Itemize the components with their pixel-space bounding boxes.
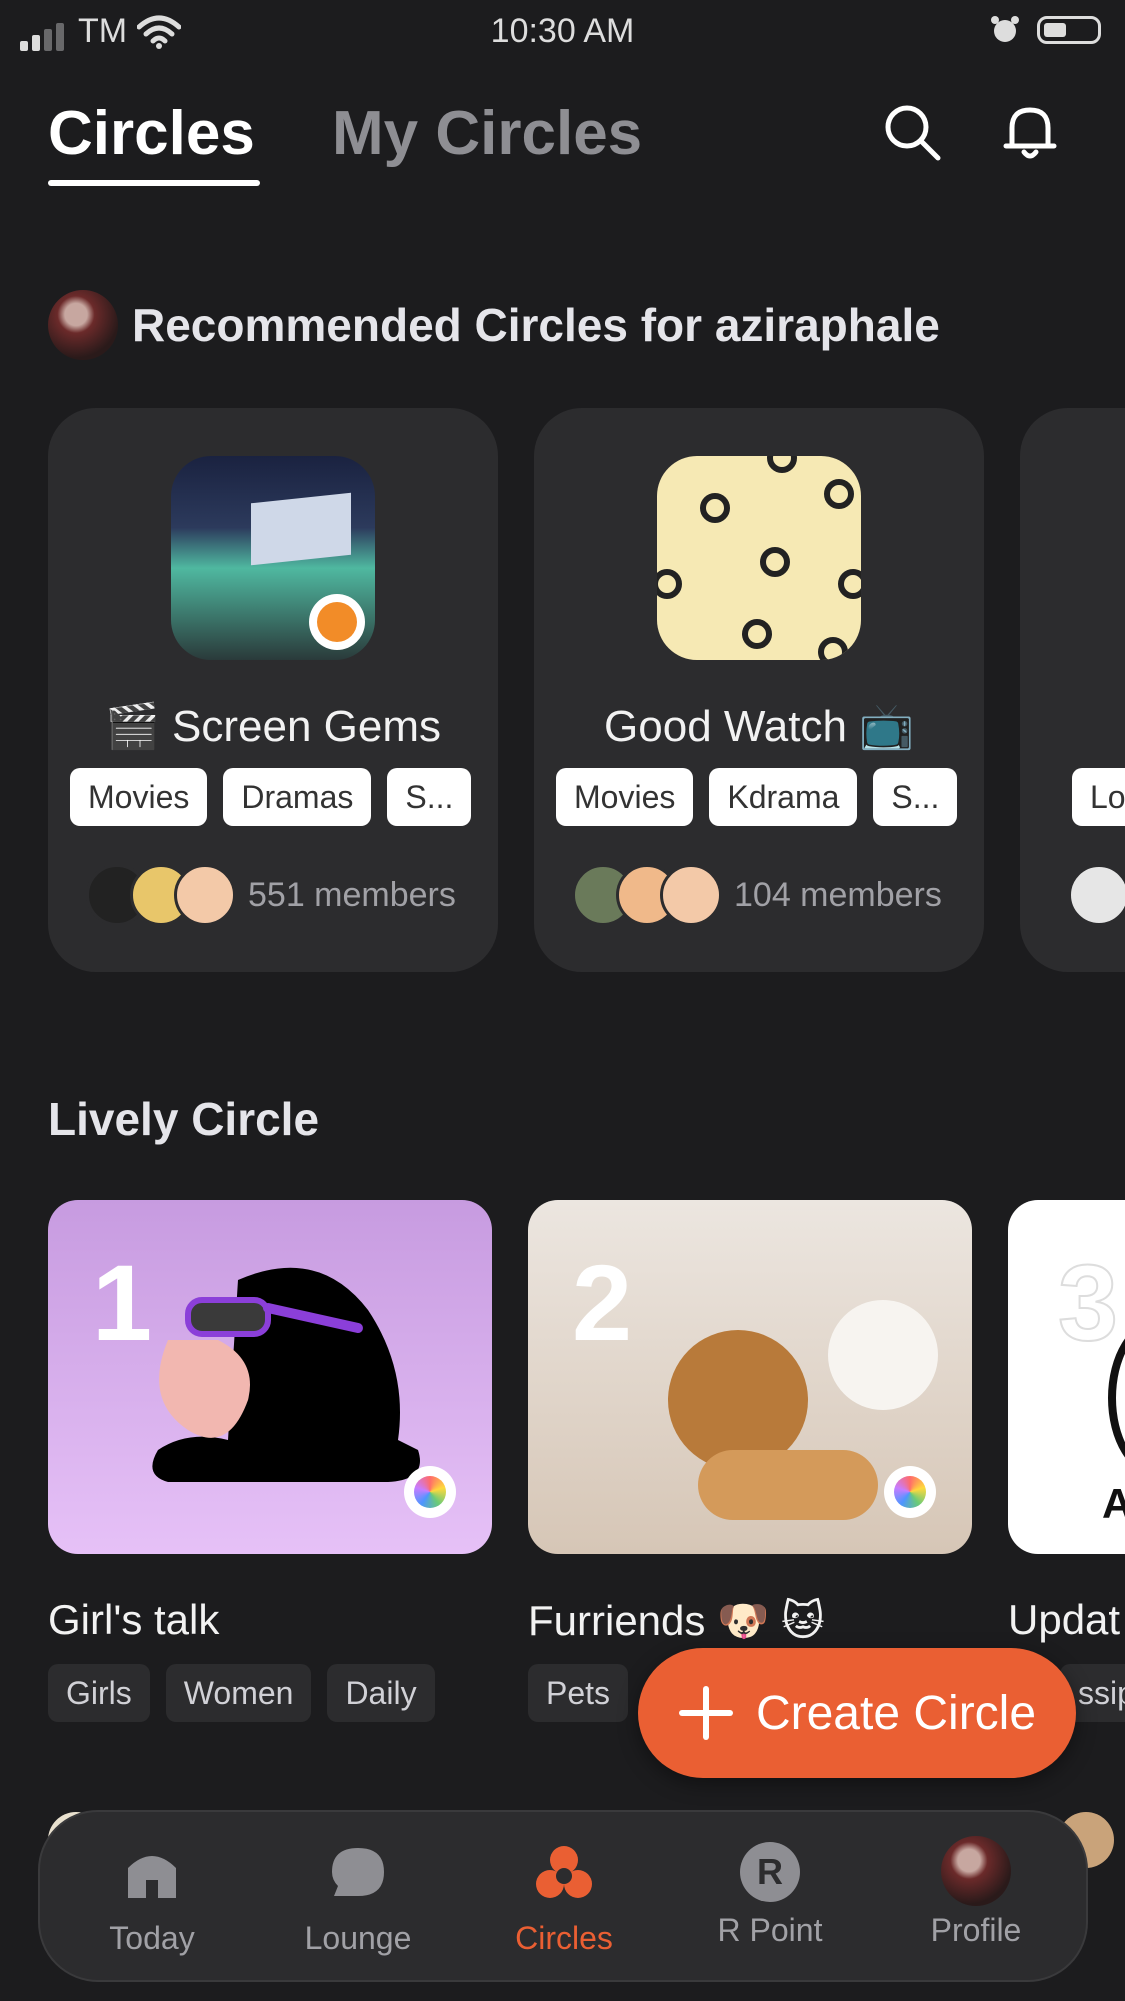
- circle-thumbnail: [171, 456, 375, 660]
- profile-avatar: [941, 1836, 1011, 1906]
- battery-icon: [1037, 16, 1101, 44]
- lively-name: Furriends 🐶 🐱: [528, 1597, 825, 1644]
- tag-list: Movies Dramas S...: [70, 768, 472, 826]
- flower-badge-icon: [884, 1466, 936, 1518]
- tag-chip: Movies: [556, 768, 694, 826]
- search-icon[interactable]: [880, 100, 944, 164]
- chat-bubble-icon: [332, 1848, 384, 1896]
- recommended-card-good-watch[interactable]: Good Watch 📺 Movies Kdrama S... 104 memb…: [534, 408, 984, 972]
- nav-item-r-point[interactable]: R R Point: [670, 1842, 870, 1949]
- tag-list: Pets: [528, 1664, 629, 1722]
- tab-circles[interactable]: Circles: [48, 98, 255, 169]
- tag-chip: Lo: [1072, 768, 1125, 826]
- girl-illustration-icon: [152, 1267, 420, 1482]
- rank-number: 2: [572, 1242, 633, 1363]
- member-count: 551 members: [248, 875, 456, 914]
- member-avatar: [660, 864, 722, 926]
- lively-name: Girl's talk: [48, 1596, 220, 1643]
- circles-icon: [536, 1846, 592, 1898]
- user-avatar: [48, 290, 118, 360]
- tag-chip: Kdrama: [709, 768, 858, 826]
- create-circle-label: Create Circle: [755, 1686, 1037, 1740]
- dog-photo: [668, 1330, 808, 1470]
- tag-chip: Women: [165, 1664, 312, 1722]
- lively-title: Lively Circle: [48, 1093, 320, 1145]
- nav-label: Today: [109, 1920, 195, 1956]
- member-count: 104 members: [734, 875, 942, 914]
- nav-item-profile[interactable]: Profile: [876, 1836, 1076, 1949]
- tag-chip: S...: [873, 768, 958, 826]
- member-summary: [1068, 864, 1125, 926]
- tab-my-circles[interactable]: My Circles: [332, 98, 642, 169]
- home-icon: [128, 1856, 176, 1898]
- create-circle-button[interactable]: Create Circle: [638, 1648, 1076, 1778]
- card-title: Good Watch 📺: [604, 702, 914, 751]
- tag-list: Lo: [1072, 768, 1125, 826]
- member-summary: 104 members: [572, 864, 942, 926]
- lively-card-1[interactable]: 1: [48, 1200, 492, 1554]
- flower-pattern-icon: [657, 456, 861, 660]
- status-right: [989, 14, 1101, 46]
- plus-icon: [678, 1686, 733, 1740]
- card-title: 🎬 Screen Gems: [105, 702, 441, 751]
- tab-active-underline: [48, 180, 260, 186]
- nav-item-today[interactable]: Today: [52, 1842, 252, 1957]
- lively-card-3[interactable]: 3 A: [1008, 1200, 1125, 1554]
- tag-chip: Dramas: [223, 768, 372, 826]
- white-dog-photo: [828, 1300, 938, 1410]
- rank-number: 1: [92, 1242, 153, 1363]
- nav-label: Circles: [515, 1920, 613, 1956]
- nav-item-lounge[interactable]: Lounge: [258, 1842, 458, 1957]
- status-bar: TM 10:30 AM: [0, 0, 1125, 60]
- recommended-card-partial[interactable]: Lo: [1020, 408, 1125, 972]
- member-avatar: [1068, 864, 1125, 926]
- flower-badge-icon: [404, 1466, 456, 1518]
- circle-thumbnail: [657, 456, 861, 660]
- alarm-icon: [991, 16, 1019, 42]
- r-point-icon: R: [740, 1842, 800, 1902]
- member-summary: 551 members: [86, 864, 456, 926]
- nav-label: Lounge: [304, 1920, 412, 1956]
- status-time: 10:30 AM: [490, 12, 635, 50]
- nav-label: Profile: [930, 1912, 1022, 1948]
- bottom-nav: Today Lounge Circles R R Point Profile: [38, 1810, 1088, 1982]
- nav-label: R Point: [717, 1912, 823, 1948]
- dog-photo-body: [698, 1450, 878, 1520]
- tag-list: Movies Kdrama S...: [556, 768, 958, 826]
- bell-icon[interactable]: [998, 100, 1062, 164]
- tag-chip: S...: [387, 768, 472, 826]
- member-avatar: [174, 864, 236, 926]
- nav-item-circles[interactable]: Circles: [464, 1842, 664, 1957]
- tag-chip: Movies: [70, 768, 208, 826]
- lively-name: Updat: [1008, 1596, 1121, 1643]
- tag-chip: Pets: [528, 1664, 629, 1722]
- tag-chip: Girls: [48, 1664, 150, 1722]
- rank-number: 3: [1057, 1241, 1119, 1364]
- tag-list: Girls Women Daily: [48, 1664, 435, 1722]
- recommended-card-screen-gems[interactable]: 🎬 Screen Gems Movies Dramas S... 551 mem…: [48, 408, 498, 972]
- lively-card-2[interactable]: 2: [528, 1200, 972, 1554]
- cover-text: A: [1102, 1480, 1125, 1527]
- tag-chip: Daily: [327, 1664, 435, 1722]
- recommended-title: Recommended Circles for aziraphale: [132, 299, 940, 351]
